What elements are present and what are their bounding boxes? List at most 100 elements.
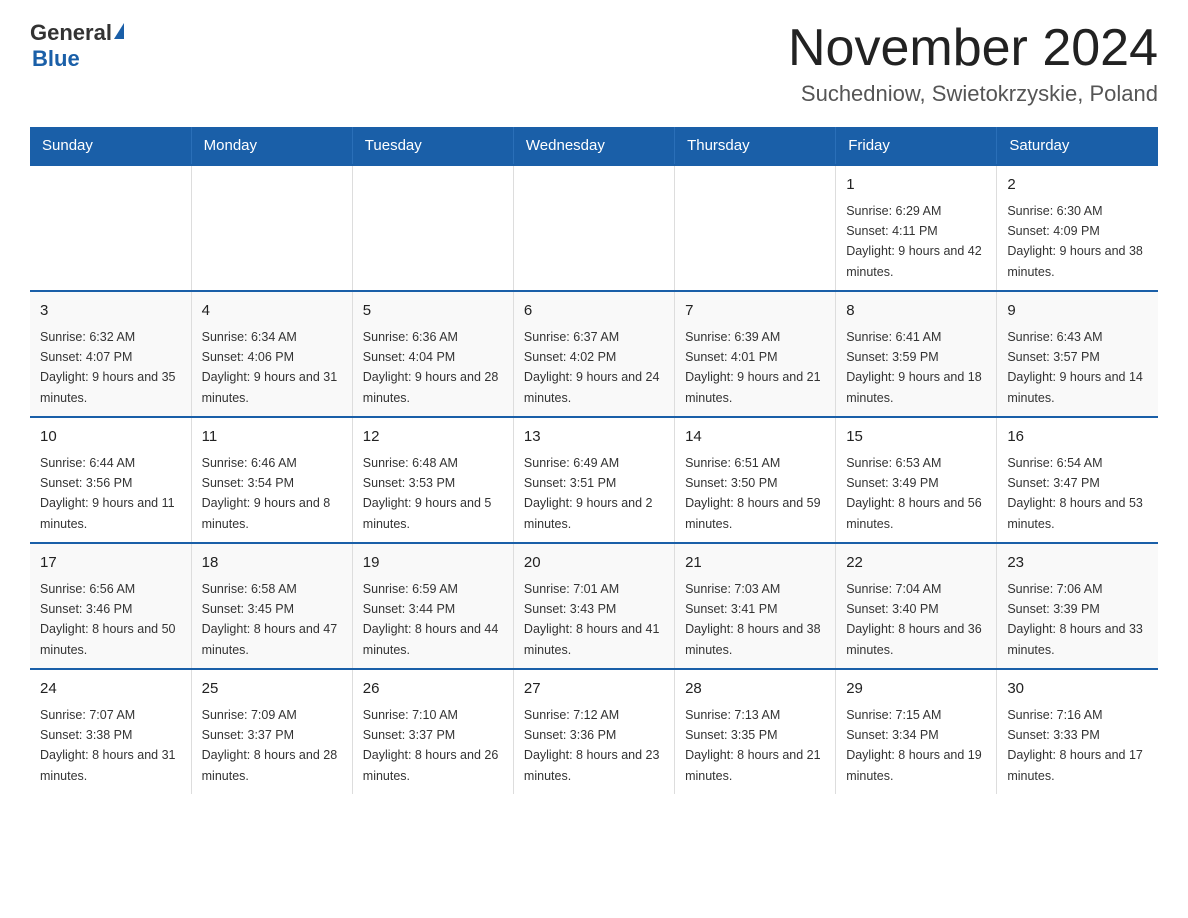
calendar-day-9: 9Sunrise: 6:43 AM Sunset: 3:57 PM Daylig… [997,291,1158,417]
day-info: Sunrise: 7:10 AM Sunset: 3:37 PM Dayligh… [363,708,499,783]
weekday-header-tuesday: Tuesday [352,127,513,165]
day-info: Sunrise: 7:12 AM Sunset: 3:36 PM Dayligh… [524,708,660,783]
month-title: November 2024 [788,20,1158,77]
day-number: 3 [40,300,181,323]
day-info: Sunrise: 6:59 AM Sunset: 3:44 PM Dayligh… [363,582,499,657]
calendar-day-28: 28 Sunrise: 7:13 AM Sunset: 3:35 PM Dayli… [675,669,836,794]
day-number: 16 [1007,426,1148,449]
day-info: Sunrise: 6:46 AM Sunset: 3:54 PM Dayligh… [202,456,331,531]
logo: General Blue [30,20,124,72]
calendar-day-18: 18 Sunrise: 6:58 AM Sunset: 3:45 PM Dayli… [191,543,352,669]
day-number: 18 [202,552,342,575]
day-number: 29 [846,678,986,701]
calendar-day-14: 14 Sunrise: 6:51 AM Sunset: 3:50 PM Dayli… [675,417,836,543]
calendar-day-16: 16 Sunrise: 6:54 AM Sunset: 3:47 PM Dayli… [997,417,1158,543]
calendar-day-19: 19Sunrise: 6:59 AM Sunset: 3:44 PM Dayli… [352,543,513,669]
day-number: 2 [1007,174,1148,197]
day-info: Sunrise: 7:15 AM Sunset: 3:34 PM Dayligh… [846,708,982,783]
day-info: Sunrise: 6:32 AM Sunset: 4:07 PM Dayligh… [40,330,176,405]
day-number: 30 [1007,678,1148,701]
logo-triangle-icon [114,23,124,39]
day-info: Sunrise: 6:58 AM Sunset: 3:45 PM Dayligh… [202,582,338,657]
calendar-day-29: 29 Sunrise: 7:15 AM Sunset: 3:34 PM Dayli… [836,669,997,794]
day-number: 25 [202,678,342,701]
day-number: 5 [363,300,503,323]
day-info: Sunrise: 6:54 AM Sunset: 3:47 PM Dayligh… [1007,456,1143,531]
calendar-day-4: 4Sunrise: 6:34 AM Sunset: 4:06 PM Daylig… [191,291,352,417]
day-number: 4 [202,300,342,323]
calendar-empty-cell [30,165,191,291]
day-number: 27 [524,678,664,701]
calendar-day-22: 22 Sunrise: 7:04 AM Sunset: 3:40 PM Dayli… [836,543,997,669]
title-section: November 2024 Suchedniow, Swietokrzyskie… [788,20,1158,107]
day-number: 6 [524,300,664,323]
calendar-day-10: 10 Sunrise: 6:44 AM Sunset: 3:56 PM Dayli… [30,417,191,543]
day-info: Sunrise: 7:01 AM Sunset: 3:43 PM Dayligh… [524,582,660,657]
weekday-header-friday: Friday [836,127,997,165]
day-info: Sunrise: 6:30 AM Sunset: 4:09 PM Dayligh… [1007,204,1143,279]
day-info: Sunrise: 6:51 AM Sunset: 3:50 PM Dayligh… [685,456,821,531]
day-number: 12 [363,426,503,449]
day-info: Sunrise: 6:43 AM Sunset: 3:57 PM Dayligh… [1007,330,1143,405]
day-number: 10 [40,426,181,449]
weekday-header-sunday: Sunday [30,127,191,165]
calendar-week-row: 3 Sunrise: 6:32 AM Sunset: 4:07 PM Daylig… [30,291,1158,417]
calendar-week-row: 1Sunrise: 6:29 AM Sunset: 4:11 PM Daylig… [30,165,1158,291]
calendar-day-24: 24Sunrise: 7:07 AM Sunset: 3:38 PM Dayli… [30,669,191,794]
calendar-empty-cell [675,165,836,291]
day-info: Sunrise: 7:03 AM Sunset: 3:41 PM Dayligh… [685,582,821,657]
calendar-week-row: 10 Sunrise: 6:44 AM Sunset: 3:56 PM Dayli… [30,417,1158,543]
day-info: Sunrise: 7:09 AM Sunset: 3:37 PM Dayligh… [202,708,338,783]
calendar-week-row: 17 Sunrise: 6:56 AM Sunset: 3:46 PM Dayli… [30,543,1158,669]
calendar-day-17: 17 Sunrise: 6:56 AM Sunset: 3:46 PM Dayli… [30,543,191,669]
calendar-day-2: 2 Sunrise: 6:30 AM Sunset: 4:09 PM Daylig… [997,165,1158,291]
logo-blue-text: Blue [32,46,80,72]
weekday-header-thursday: Thursday [675,127,836,165]
day-info: Sunrise: 6:44 AM Sunset: 3:56 PM Dayligh… [40,456,175,531]
calendar-empty-cell [191,165,352,291]
calendar-day-15: 15Sunrise: 6:53 AM Sunset: 3:49 PM Dayli… [836,417,997,543]
day-number: 26 [363,678,503,701]
day-info: Sunrise: 7:13 AM Sunset: 3:35 PM Dayligh… [685,708,821,783]
day-info: Sunrise: 7:16 AM Sunset: 3:33 PM Dayligh… [1007,708,1143,783]
day-number: 23 [1007,552,1148,575]
calendar-body: 1Sunrise: 6:29 AM Sunset: 4:11 PM Daylig… [30,165,1158,794]
day-number: 21 [685,552,825,575]
calendar-day-26: 26 Sunrise: 7:10 AM Sunset: 3:37 PM Dayli… [352,669,513,794]
day-info: Sunrise: 7:04 AM Sunset: 3:40 PM Dayligh… [846,582,982,657]
calendar-day-1: 1Sunrise: 6:29 AM Sunset: 4:11 PM Daylig… [836,165,997,291]
calendar-day-23: 23 Sunrise: 7:06 AM Sunset: 3:39 PM Dayli… [997,543,1158,669]
day-number: 28 [685,678,825,701]
day-info: Sunrise: 6:41 AM Sunset: 3:59 PM Dayligh… [846,330,982,405]
weekday-header-wednesday: Wednesday [513,127,674,165]
day-info: Sunrise: 6:53 AM Sunset: 3:49 PM Dayligh… [846,456,982,531]
day-info: Sunrise: 6:36 AM Sunset: 4:04 PM Dayligh… [363,330,499,405]
weekday-header-saturday: Saturday [997,127,1158,165]
page-header: General Blue November 2024 Suchedniow, S… [30,20,1158,107]
calendar-table: SundayMondayTuesdayWednesdayThursdayFrid… [30,127,1158,794]
calendar-empty-cell [352,165,513,291]
calendar-empty-cell [513,165,674,291]
day-number: 8 [846,300,986,323]
logo-general-text: General [30,20,112,46]
calendar-day-3: 3 Sunrise: 6:32 AM Sunset: 4:07 PM Daylig… [30,291,191,417]
day-number: 22 [846,552,986,575]
day-info: Sunrise: 6:56 AM Sunset: 3:46 PM Dayligh… [40,582,176,657]
day-number: 14 [685,426,825,449]
day-number: 7 [685,300,825,323]
calendar-day-8: 8 Sunrise: 6:41 AM Sunset: 3:59 PM Daylig… [836,291,997,417]
day-number: 20 [524,552,664,575]
calendar-day-27: 27 Sunrise: 7:12 AM Sunset: 3:36 PM Dayli… [513,669,674,794]
calendar-day-13: 13Sunrise: 6:49 AM Sunset: 3:51 PM Dayli… [513,417,674,543]
calendar-day-5: 5 Sunrise: 6:36 AM Sunset: 4:04 PM Daylig… [352,291,513,417]
weekday-header-row: SundayMondayTuesdayWednesdayThursdayFrid… [30,127,1158,165]
day-info: Sunrise: 7:06 AM Sunset: 3:39 PM Dayligh… [1007,582,1143,657]
day-number: 17 [40,552,181,575]
day-info: Sunrise: 6:29 AM Sunset: 4:11 PM Dayligh… [846,204,982,279]
calendar-day-6: 6Sunrise: 6:37 AM Sunset: 4:02 PM Daylig… [513,291,674,417]
calendar-day-30: 30 Sunrise: 7:16 AM Sunset: 3:33 PM Dayli… [997,669,1158,794]
day-info: Sunrise: 6:48 AM Sunset: 3:53 PM Dayligh… [363,456,492,531]
day-info: Sunrise: 6:49 AM Sunset: 3:51 PM Dayligh… [524,456,653,531]
calendar-header: SundayMondayTuesdayWednesdayThursdayFrid… [30,127,1158,165]
calendar-week-row: 24Sunrise: 7:07 AM Sunset: 3:38 PM Dayli… [30,669,1158,794]
